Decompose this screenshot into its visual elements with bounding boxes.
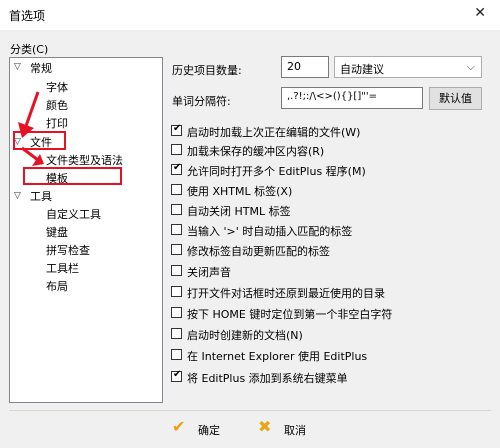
checkbox-label: 在 Internet Explorer 使用 EditPlus [187, 350, 368, 363]
history-mode-value: 自动建议 [340, 63, 384, 76]
checkbox-label: 将 EditPlus 添加到系统右键菜单 [187, 372, 348, 385]
tree-item-toolbar[interactable]: 工具栏 [46, 260, 79, 276]
checkbox[interactable] [171, 144, 182, 155]
close-icon[interactable]: ✕ [474, 5, 486, 21]
checkbox-label: 启动时加载上次正在编辑的文件(W) [187, 126, 361, 139]
tree-item-custom-tools[interactable]: 自定义工具 [46, 206, 101, 222]
checkbox[interactable] [171, 224, 182, 235]
checkbox-label: 自动关闭 HTML 标签 [187, 205, 291, 218]
checkbox-label: 修改标签自动更新匹配的标签 [187, 245, 330, 258]
checkbox-label: 允许同时打开多个 EditPlus 程序(M) [187, 165, 366, 178]
chevron-down-icon: ⌵ [466, 60, 475, 73]
checkbox-label: 使用 XHTML 标签(X) [187, 185, 293, 198]
divider [9, 410, 491, 411]
checkbox[interactable] [171, 307, 182, 318]
cancel-button-label: 取消 [284, 424, 306, 437]
checkbox[interactable] [171, 286, 182, 297]
title-bar: 首选项 ✕ [0, 0, 500, 30]
checkbox[interactable] [171, 328, 182, 339]
tree-item-general[interactable]: 常规 [30, 60, 52, 76]
annotation-arrow-icon [21, 146, 44, 166]
annotation-arrow-icon [18, 91, 40, 138]
check-icon: ✔ [173, 123, 182, 134]
word-separator-input[interactable]: ,.?!;:/\<>(){}[]"'= [281, 87, 423, 109]
tree-item-spell-check[interactable]: 拼写检查 [46, 242, 90, 258]
default-button[interactable]: 默认值 [429, 87, 482, 110]
checkbox-label: 加载未保存的缓冲区内容(R) [187, 145, 325, 158]
ok-button-label: 确定 [198, 424, 220, 437]
checkbox[interactable] [171, 349, 182, 360]
category-label: 分类(C) [10, 43, 49, 56]
check-icon: ✔ [173, 162, 182, 173]
checkbox-label: 打开文件对话框时还原到最近使用的目录 [187, 287, 385, 300]
history-mode-select[interactable]: 自动建议 ⌵ [334, 56, 482, 78]
checkbox[interactable] [171, 265, 182, 276]
checkbox-label: 启动时创建新的文档(N) [187, 329, 303, 342]
checkbox[interactable]: ✔ [171, 123, 182, 136]
check-icon: ✔ [173, 369, 182, 380]
checkmark-icon: ✔ [172, 417, 186, 436]
checkbox[interactable]: ✔ [171, 162, 182, 175]
history-count-input[interactable]: 20 [281, 56, 329, 78]
window-title: 首选项 [9, 9, 46, 23]
checkbox[interactable]: ✔ [171, 369, 182, 382]
tree-item-tools[interactable]: 工具 [30, 188, 52, 204]
checkbox[interactable] [171, 244, 182, 255]
chevron-down-icon[interactable]: ▽ [14, 191, 21, 201]
checkbox-label: 当输入 '>' 时自动插入匹配的标签 [187, 225, 353, 238]
tree-item-file-types[interactable]: 文件类型及语法 [46, 152, 123, 168]
checkbox-label: 关闭声音 [187, 266, 231, 279]
history-count-label: 历史项目数量: [172, 64, 242, 77]
tree-item-keyboard[interactable]: 键盘 [46, 224, 68, 240]
word-separator-label: 单词分隔符: [172, 95, 231, 108]
tree-item-layout[interactable]: 布局 [46, 278, 68, 294]
checkbox-label: 按下 HOME 键时定位到第一个非空白字符 [187, 308, 393, 321]
checkbox[interactable] [171, 204, 182, 215]
chevron-down-icon[interactable]: ▽ [14, 62, 21, 72]
checkbox[interactable] [171, 184, 182, 195]
cancel-x-icon: ✖ [258, 417, 272, 436]
